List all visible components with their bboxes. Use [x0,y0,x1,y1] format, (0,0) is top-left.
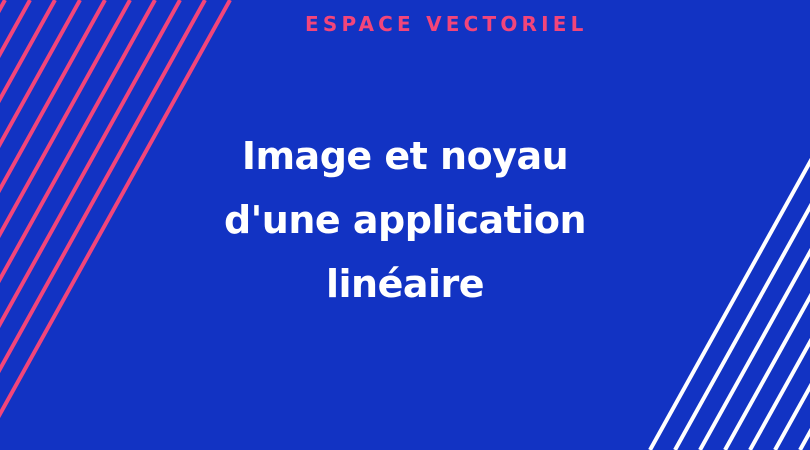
category-label: ESPACE VECTORIEL [305,12,588,36]
slide-canvas: ESPACE VECTORIEL Image et noyau d'une ap… [0,0,810,450]
right-stripe [698,247,810,450]
right-stripe [773,382,810,450]
title-line-2: d'une application [223,198,587,242]
title-line-3: linéaire [325,262,485,306]
page-title: Image et noyau d'une application linéair… [155,124,655,316]
title-line-1: Image et noyau [241,134,569,178]
